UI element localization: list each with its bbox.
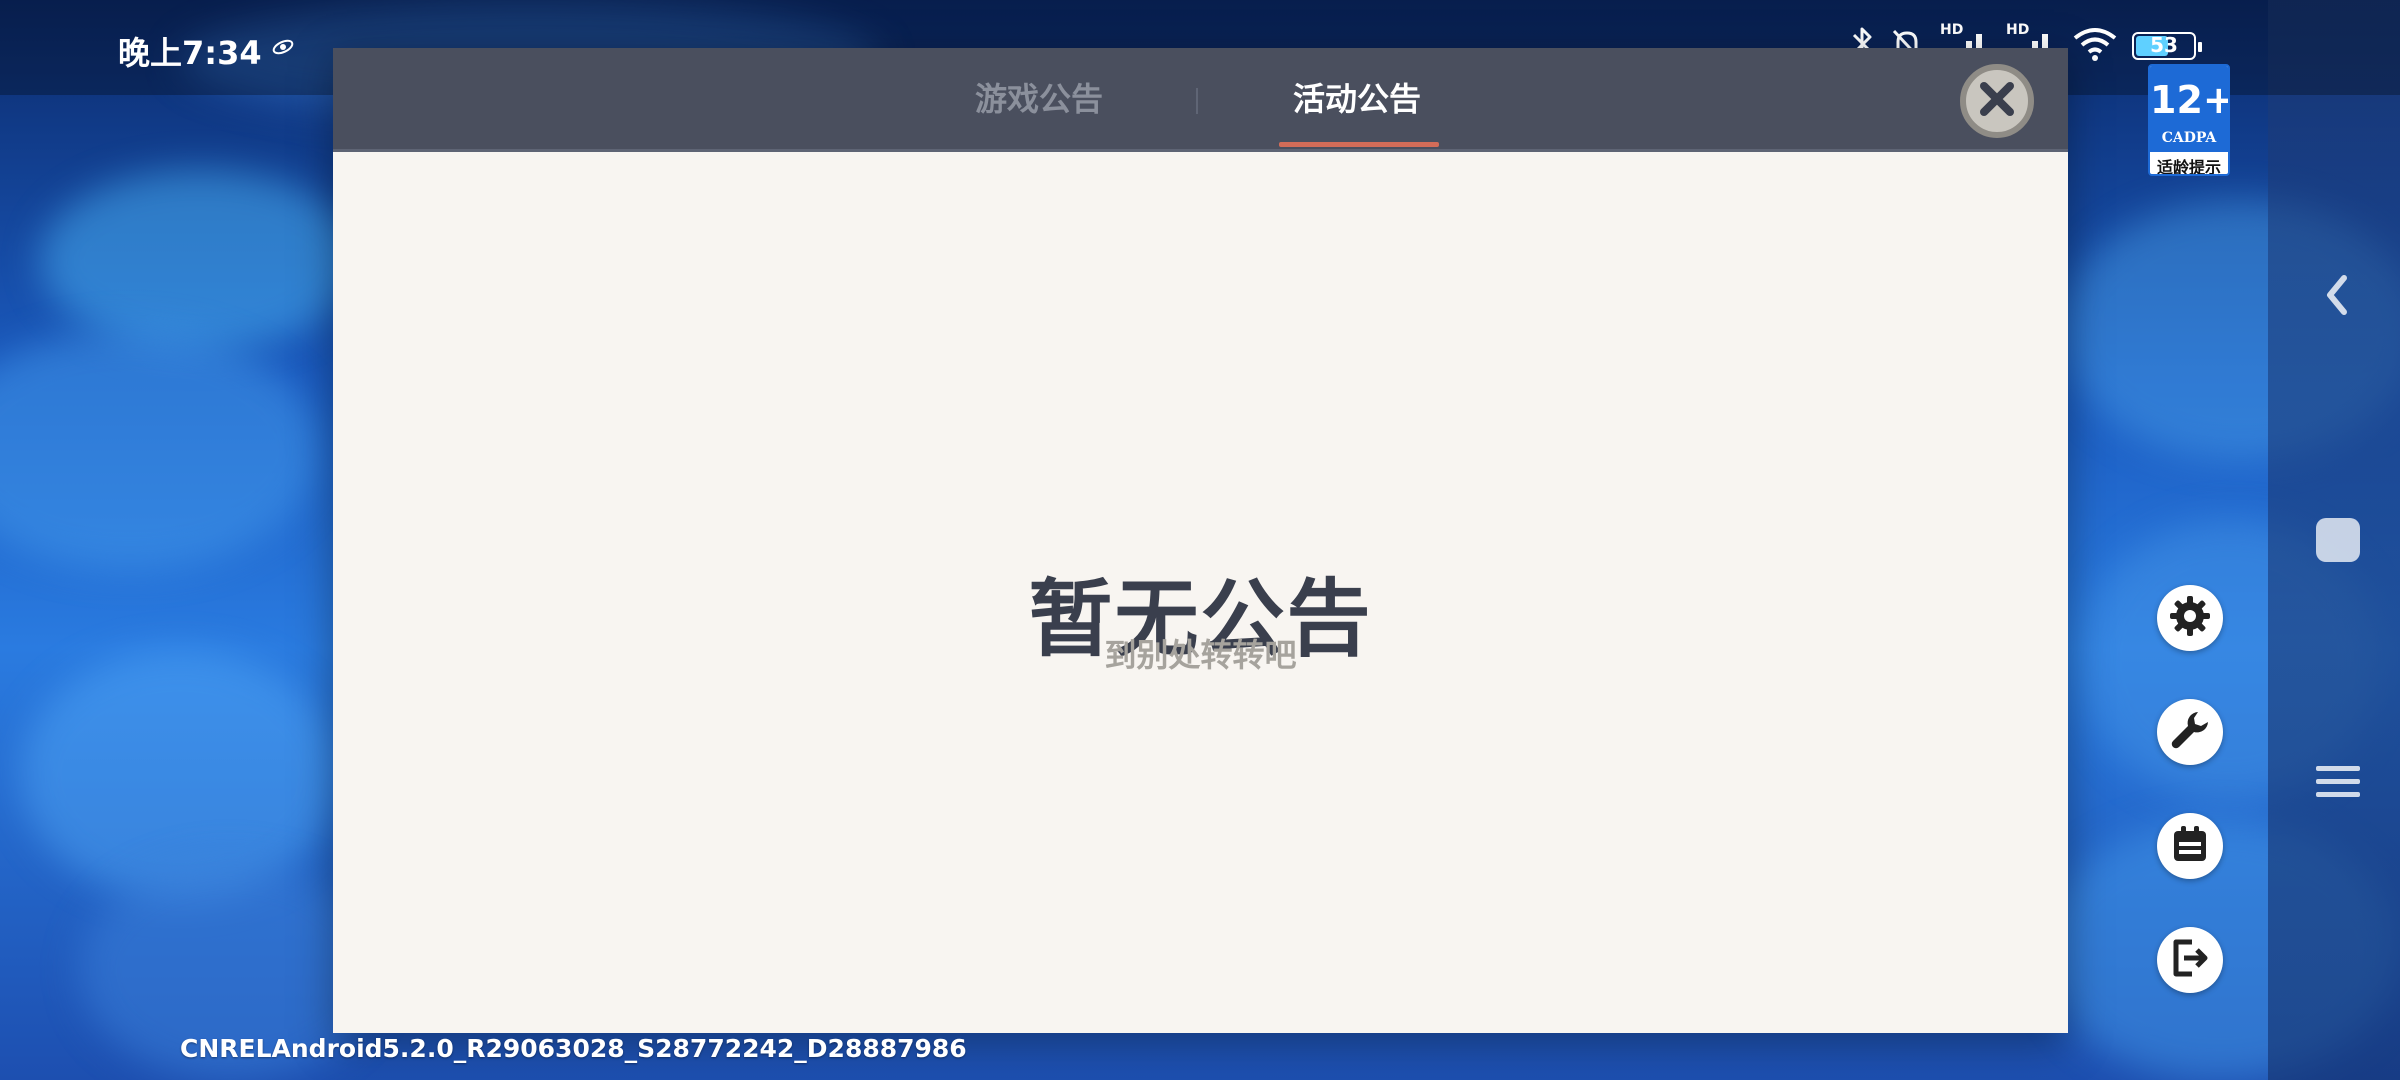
active-tab-indicator (1279, 142, 1439, 147)
game-screen: 晚上7:34 HD HD 53 游戏公告 活动公告 暂无公告 到别处转转吧 12… (0, 0, 2400, 1080)
announcement-dialog: 游戏公告 活动公告 暂无公告 到别处转转吧 (333, 48, 2068, 1033)
wrench-icon (2168, 708, 2212, 756)
hd-label: HD (2006, 22, 2030, 38)
tab-divider (1196, 88, 1198, 114)
background-cloud (40, 170, 360, 350)
age-rating-number: 12+ (2150, 78, 2230, 122)
logout-icon (2168, 936, 2212, 984)
age-rating-label: 适龄提示 (2156, 158, 2221, 176)
background-cloud (20, 650, 340, 900)
settings-button[interactable] (2157, 585, 2223, 651)
hd-label: HD (1940, 22, 1964, 38)
sync-icon (270, 36, 296, 62)
back-arrow-icon[interactable] (2320, 272, 2354, 322)
menu-lines-icon[interactable] (2314, 762, 2362, 806)
tab-event-announcements[interactable]: 活动公告 (1293, 74, 1421, 120)
status-time: 晚上7:34 (118, 34, 262, 72)
notice-board-button[interactable] (2157, 813, 2223, 879)
empty-state-subtitle: 到别处转转吧 (1104, 636, 1297, 674)
battery-icon: 53 (2132, 32, 2202, 60)
background-cloud (0, 330, 320, 570)
notice-board-icon (2168, 822, 2212, 870)
close-icon (1975, 77, 2019, 125)
wifi-icon (2072, 26, 2118, 66)
logout-button[interactable] (2157, 927, 2223, 993)
tab-game-announcements[interactable]: 游戏公告 (975, 74, 1103, 120)
home-square-icon[interactable] (2316, 518, 2360, 562)
age-rating-org: CADPA (2161, 130, 2217, 146)
close-button[interactable] (1960, 64, 2034, 138)
settings-gear-icon (2168, 594, 2212, 642)
tools-button[interactable] (2157, 699, 2223, 765)
build-version-string: CNRELAndroid5.2.0_R29063028_S28772242_D2… (180, 1034, 967, 1063)
battery-level: 53 (2150, 33, 2178, 57)
age-rating-badge[interactable]: 12+ CADPA 适龄提示 (2148, 64, 2230, 176)
dialog-body: 暂无公告 到别处转转吧 (333, 152, 2068, 1033)
dialog-header: 游戏公告 活动公告 (333, 48, 2068, 152)
battery-tip (2198, 42, 2202, 52)
